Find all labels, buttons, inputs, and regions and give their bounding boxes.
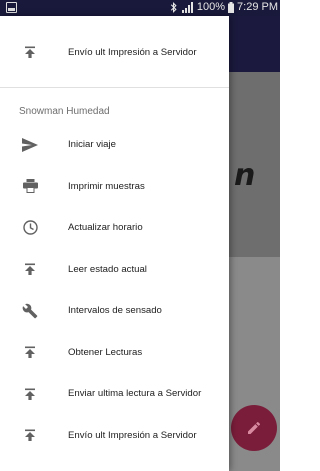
- menu-item-label: Iniciar viaje: [68, 139, 116, 151]
- menu-item-envio-ult-impresion[interactable]: Envío ult Impresión a Servidor: [0, 415, 229, 457]
- notification-icon: [6, 2, 17, 13]
- menu-item-envio-ult-impresion-header[interactable]: Envío ult Impresión a Servidor: [0, 16, 229, 88]
- menu-item-obtener-lecturas[interactable]: Obtener Lecturas: [0, 332, 229, 374]
- edit-icon: [248, 421, 261, 434]
- menu-item-actualizar-horario[interactable]: Actualizar horario: [0, 207, 229, 249]
- menu-item-label: Envío ult Impresión a Servidor: [68, 429, 197, 441]
- menu-item-label: Enviar ultima lectura a Servidor: [68, 388, 202, 400]
- floating-action-button[interactable]: [231, 405, 277, 451]
- menu-item-label: Obtener Lecturas: [68, 346, 143, 358]
- navigation-drawer: Envío ult Impresión a Servidor Snowman H…: [0, 16, 229, 471]
- battery-percent: 100%: [196, 1, 226, 13]
- menu-item-label: Intervalos de sensado: [68, 305, 162, 317]
- clock-icon: [22, 220, 38, 236]
- section-label: Snowman Humedad: [19, 105, 110, 117]
- menu-item-label: Leer estado actual: [68, 263, 147, 275]
- status-bar: 100% 7:29 PM: [0, 0, 280, 16]
- printer-icon: [22, 178, 38, 194]
- drawer-header: Envío ult Impresión a Servidor: [0, 16, 229, 88]
- menu-item-iniciar-viaje[interactable]: Iniciar viaje: [0, 124, 229, 166]
- wrench-icon: [22, 303, 38, 319]
- menu-item-label: Imprimir muestras: [68, 180, 145, 192]
- menu-item-label: Actualizar horario: [68, 222, 143, 234]
- menu-item-intervalos-de-sensado[interactable]: Intervalos de sensado: [0, 290, 229, 332]
- upload-to-top-icon: [22, 344, 38, 360]
- menu-item-imprimir-muestras[interactable]: Imprimir muestras: [0, 166, 229, 208]
- signal-icon: [181, 1, 193, 13]
- bluetooth-icon: [170, 1, 177, 13]
- upload-to-top-icon: [22, 386, 38, 402]
- send-icon: [22, 137, 38, 153]
- app-content-text: n: [234, 158, 256, 193]
- menu-item-leer-estado-actual[interactable]: Leer estado actual: [0, 249, 229, 291]
- upload-to-top-icon: [22, 427, 38, 443]
- menu-item-enviar-ultima-lectura[interactable]: Enviar ultima lectura a Servidor: [0, 373, 229, 415]
- upload-to-top-icon: [22, 44, 38, 60]
- upload-to-top-icon: [22, 261, 38, 277]
- clock-time: 7:29 PM: [237, 1, 278, 13]
- menu-item-label: Envío ult Impresión a Servidor: [68, 46, 197, 58]
- battery-icon: [228, 1, 235, 13]
